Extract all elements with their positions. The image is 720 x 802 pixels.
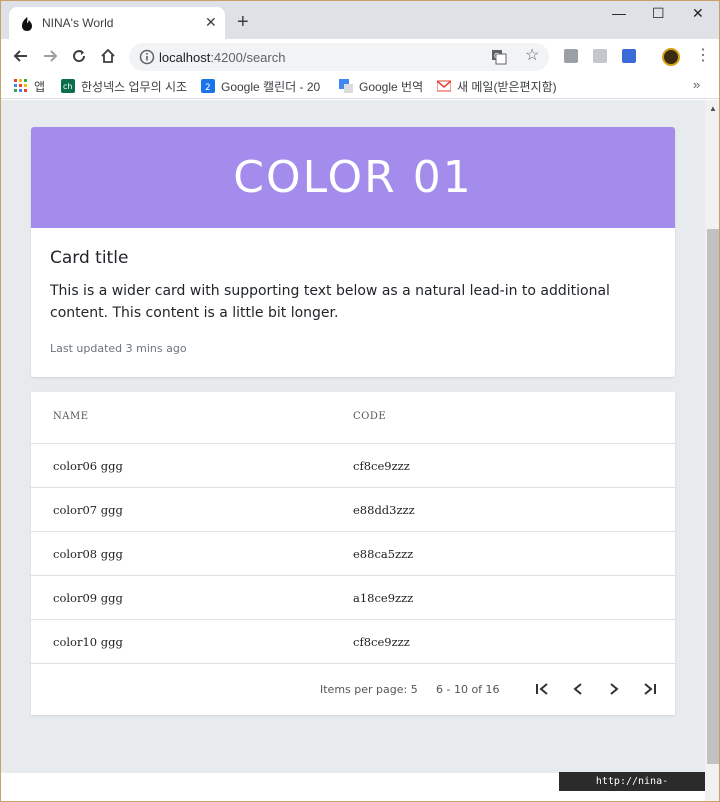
last-page-icon <box>644 683 656 695</box>
bookmark-item[interactable]: 2 Google 캘린더 - 20 <box>201 77 325 95</box>
cell-code: cf8ce9zzz <box>353 635 410 649</box>
close-window-icon[interactable]: ✕ <box>692 5 704 21</box>
first-page-button[interactable] <box>531 678 553 700</box>
table-row[interactable]: color06 ggg cf8ce9zzz <box>31 444 675 488</box>
card-text: This is a wider card with supporting tex… <box>50 283 610 321</box>
banner-text: COLOR 01 <box>233 152 473 203</box>
browser-toolbar: localhost:4200/search G ☆ ⋮ <box>1 39 719 73</box>
address-bar[interactable]: localhost:4200/search G ☆ <box>129 43 549 71</box>
minimize-icon[interactable]: — <box>612 5 626 21</box>
calendar-icon: 2 <box>201 79 215 93</box>
table-row[interactable]: color10 ggg cf8ce9zzz <box>31 620 675 664</box>
bookmark-item[interactable]: Google 번역 <box>339 77 427 95</box>
profile-avatar[interactable] <box>662 48 680 66</box>
svg-text:G: G <box>494 52 499 60</box>
table-row[interactable]: color09 ggg a18ce9zzz <box>31 576 675 620</box>
column-header-name[interactable]: NAME <box>53 411 89 422</box>
table-row[interactable]: color07 ggg e88dd3zzz <box>31 488 675 532</box>
url-text: localhost:4200/search <box>159 50 286 65</box>
scroll-up-icon[interactable]: ▲ <box>705 102 719 116</box>
gmail-icon <box>437 80 451 92</box>
first-page-icon <box>536 683 548 695</box>
bookmark-item[interactable]: ch 한성넥스 업무의 시조 <box>61 77 187 95</box>
extension-icon[interactable] <box>564 49 578 63</box>
table-row[interactable]: color08 ggg e88ca5zzz <box>31 532 675 576</box>
home-icon[interactable] <box>97 45 119 67</box>
paginator: Items per page: 5 6 - 10 of 16 <box>31 664 675 715</box>
back-icon[interactable] <box>10 45 32 67</box>
tab-strip: NINA's World ✕ + — ☐ ✕ <box>1 1 719 39</box>
info-icon[interactable] <box>139 49 155 65</box>
card-banner: COLOR 01 <box>31 127 675 228</box>
forward-icon[interactable] <box>39 45 61 67</box>
cell-name: color10 ggg <box>53 635 123 649</box>
cell-code: a18ce9zzz <box>353 591 414 605</box>
items-per-page-label[interactable]: Items per page: 5 <box>320 683 418 696</box>
svg-text:2: 2 <box>205 83 211 93</box>
scrollbar-thumb[interactable] <box>707 229 719 764</box>
cell-code: e88ca5zzz <box>353 547 414 561</box>
chevron-right-icon <box>610 683 619 695</box>
cell-name: color09 ggg <box>53 591 123 605</box>
cell-name: color06 ggg <box>53 459 123 473</box>
extension-icon[interactable] <box>593 49 607 63</box>
table-header: NAME CODE <box>31 392 675 444</box>
cell-code: cf8ce9zzz <box>353 459 410 473</box>
menu-dots-icon[interactable]: ⋮ <box>695 47 711 65</box>
cell-name: color08 ggg <box>53 547 123 561</box>
color-table: NAME CODE color06 ggg cf8ce9zzz color07 … <box>31 392 675 715</box>
site-favicon-icon: ch <box>61 79 75 93</box>
browser-window: NINA's World ✕ + — ☐ ✕ localhost:4200/se… <box>0 0 720 802</box>
card-meta: Last updated 3 mins ago <box>50 342 187 355</box>
tab-title: NINA's World <box>42 16 114 30</box>
bookmarks-overflow-icon[interactable]: » <box>693 77 700 92</box>
chevron-left-icon <box>573 683 582 695</box>
extension-icon[interactable] <box>622 49 636 63</box>
prev-page-button[interactable] <box>567 678 589 700</box>
range-label: 6 - 10 of 16 <box>436 683 500 696</box>
translate-icon <box>339 79 353 93</box>
reload-icon[interactable] <box>68 45 90 67</box>
browser-tab[interactable]: NINA's World ✕ <box>9 7 225 39</box>
maximize-icon[interactable]: ☐ <box>652 5 665 21</box>
apps-grid-icon <box>14 79 27 92</box>
tab-close-icon[interactable]: ✕ <box>205 14 217 30</box>
color-card: COLOR 01 Card title This is a wider card… <box>31 127 675 377</box>
page-viewport: COLOR 01 Card title This is a wider card… <box>1 100 705 773</box>
cell-name: color07 ggg <box>53 503 123 517</box>
bookmarks-bar: 앱 ch 한성넥스 업무의 시조 2 Google 캘린더 - 20 Googl… <box>1 73 719 99</box>
column-header-code[interactable]: CODE <box>353 411 386 422</box>
bookmark-item[interactable]: 앱 <box>14 77 54 95</box>
cell-code: e88dd3zzz <box>353 503 415 517</box>
watermark: http://nina-life.tistory.com <box>559 772 705 801</box>
card-title: Card title <box>50 248 129 268</box>
bookmark-star-icon[interactable]: ☆ <box>525 47 539 65</box>
translate-icon[interactable]: G <box>491 49 507 65</box>
svg-text:ch: ch <box>63 82 72 91</box>
next-page-button[interactable] <box>603 678 625 700</box>
last-page-button[interactable] <box>639 678 661 700</box>
site-favicon-icon <box>22 17 32 31</box>
new-tab-icon[interactable]: + <box>237 12 249 32</box>
bookmark-item[interactable]: 새 메일(받은편지함) <box>437 77 563 95</box>
